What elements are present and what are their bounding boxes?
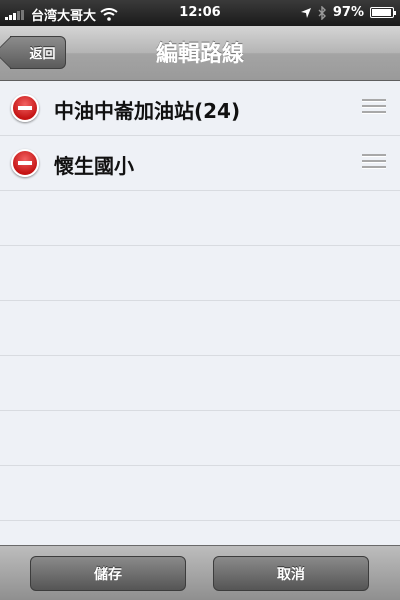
empty-row bbox=[0, 301, 400, 356]
battery-fill bbox=[372, 9, 392, 16]
status-right: 97% bbox=[300, 5, 396, 20]
page-title: 編輯路線 bbox=[155, 42, 244, 67]
empty-row bbox=[0, 246, 400, 301]
route-list: 中油中崙加油站(24) 懷生國小 bbox=[0, 81, 400, 545]
bluetooth-icon bbox=[318, 5, 326, 20]
delete-minus-icon[interactable] bbox=[11, 94, 39, 122]
delete-minus-icon[interactable] bbox=[11, 149, 39, 177]
empty-row bbox=[0, 411, 400, 466]
reorder-handle-icon[interactable] bbox=[362, 154, 386, 172]
route-item-label: 懷生國小 bbox=[54, 154, 134, 178]
empty-row bbox=[0, 191, 400, 246]
navigation-bar: 返回 編輯路線 bbox=[0, 26, 400, 81]
bottom-toolbar: 儲存 取消 bbox=[0, 545, 400, 600]
route-item-label: 中油中崙加油站(24) bbox=[54, 99, 241, 123]
cancel-button[interactable]: 取消 bbox=[213, 556, 369, 591]
battery-icon bbox=[370, 7, 396, 18]
list-item: 懷生國小 bbox=[0, 136, 400, 191]
save-button[interactable]: 儲存 bbox=[30, 556, 186, 591]
location-arrow-icon bbox=[300, 7, 311, 18]
battery-percent: 97% bbox=[332, 5, 364, 20]
status-bar: 台湾大哥大 12:06 97% bbox=[0, 0, 400, 26]
reorder-handle-icon[interactable] bbox=[362, 99, 386, 117]
empty-row bbox=[0, 521, 400, 545]
list-item: 中油中崙加油站(24) bbox=[0, 81, 400, 136]
empty-row bbox=[0, 356, 400, 411]
empty-row bbox=[0, 466, 400, 521]
